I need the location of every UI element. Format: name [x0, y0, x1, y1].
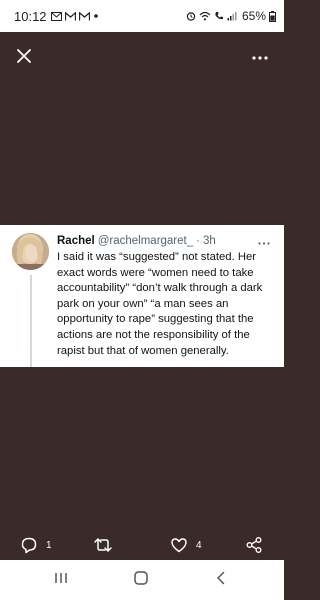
call-icon	[214, 11, 224, 21]
tweet-header: Rachel @rachelmargaret_ · 3h	[57, 233, 274, 249]
dot-icon	[93, 13, 99, 19]
like-count: 4	[196, 539, 202, 551]
alarm-icon	[186, 11, 196, 21]
close-icon	[14, 49, 34, 70]
tweet-text: I said it was “suggested” not stated. He…	[57, 251, 263, 357]
close-button[interactable]	[14, 46, 34, 66]
retweet-icon	[93, 536, 113, 554]
back-icon	[214, 571, 228, 590]
status-right-icons: 65%	[186, 9, 276, 23]
status-left-icons	[50, 11, 99, 21]
like-button[interactable]: 4	[170, 534, 202, 556]
more-horizontal-icon	[252, 47, 268, 65]
reply-button[interactable]: 1	[20, 534, 52, 556]
tweet-card[interactable]: Rachel @rachelmargaret_ · 3h I said it w…	[0, 225, 284, 367]
home-button[interactable]	[132, 570, 150, 591]
reply-count: 1	[46, 539, 52, 551]
media-viewer-lower	[0, 367, 284, 530]
home-icon	[133, 570, 149, 591]
recent-apps-button[interactable]	[52, 571, 70, 589]
action-bar: 1 4	[0, 530, 284, 560]
reply-icon	[20, 536, 38, 554]
tweet-time[interactable]: 3h	[203, 233, 216, 249]
tweet-separator: ·	[196, 235, 200, 247]
heart-icon	[170, 536, 188, 554]
gmail-icon	[64, 11, 76, 21]
more-button[interactable]	[250, 46, 270, 66]
battery-percent: 65%	[241, 9, 266, 23]
avatar[interactable]	[12, 233, 49, 270]
retweet-button[interactable]	[93, 534, 121, 556]
recent-apps-icon	[54, 571, 68, 590]
system-nav-bar	[0, 560, 284, 600]
share-icon	[245, 536, 263, 554]
media-viewer	[0, 32, 284, 225]
mail-icon	[50, 11, 62, 21]
thread-line	[30, 275, 32, 367]
status-time: 10:12	[14, 8, 47, 24]
wifi-icon	[199, 11, 211, 21]
more-horizontal-icon	[258, 232, 270, 250]
tweet-handle[interactable]: @rachelmargaret_	[98, 233, 193, 249]
share-button[interactable]	[245, 534, 263, 556]
tweet-display-name[interactable]: Rachel	[57, 233, 95, 249]
signal-icon	[227, 11, 237, 21]
gmail-icon	[78, 11, 90, 21]
status-bar: 10:12 65%	[0, 0, 284, 32]
back-button[interactable]	[212, 571, 230, 589]
tweet-more-button[interactable]	[256, 233, 272, 249]
battery-icon	[269, 10, 276, 22]
